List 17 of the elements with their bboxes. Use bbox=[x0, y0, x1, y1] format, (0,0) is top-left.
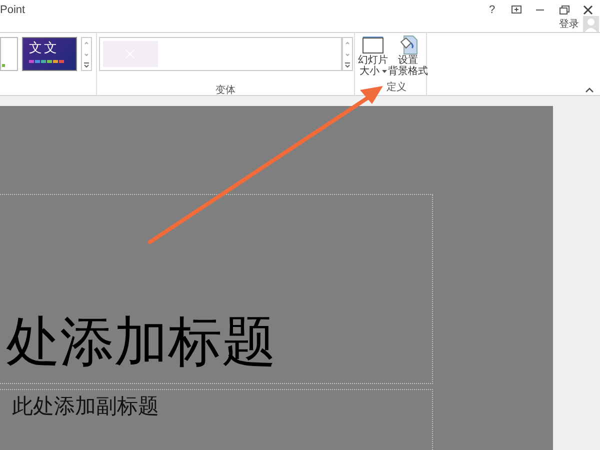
group-label: 变体 bbox=[216, 84, 236, 98]
window-title: Point bbox=[0, 2, 26, 18]
help-icon[interactable]: ? bbox=[482, 2, 502, 18]
theme-thumbnail[interactable]: 文文 bbox=[22, 37, 77, 71]
theme-thumbnail[interactable] bbox=[0, 37, 18, 71]
slide-icon bbox=[362, 35, 384, 55]
subtitle-placeholder[interactable]: 此处添加副标题 bbox=[0, 389, 433, 450]
collapse-ribbon-icon[interactable] bbox=[585, 87, 594, 93]
more-icon[interactable] bbox=[342, 60, 352, 70]
title-placeholder[interactable]: 处添加标题 bbox=[0, 194, 433, 384]
more-icon[interactable] bbox=[82, 60, 91, 70]
slide-size-button[interactable]: 幻灯片 大小 bbox=[357, 35, 389, 77]
color-swatches-icon bbox=[28, 60, 64, 63]
sign-in-link[interactable]: 登录 bbox=[559, 19, 579, 31]
theme-sample-text: 文文 bbox=[28, 40, 60, 56]
paint-bucket-icon bbox=[398, 35, 418, 55]
group-label: 定义 bbox=[386, 80, 406, 95]
